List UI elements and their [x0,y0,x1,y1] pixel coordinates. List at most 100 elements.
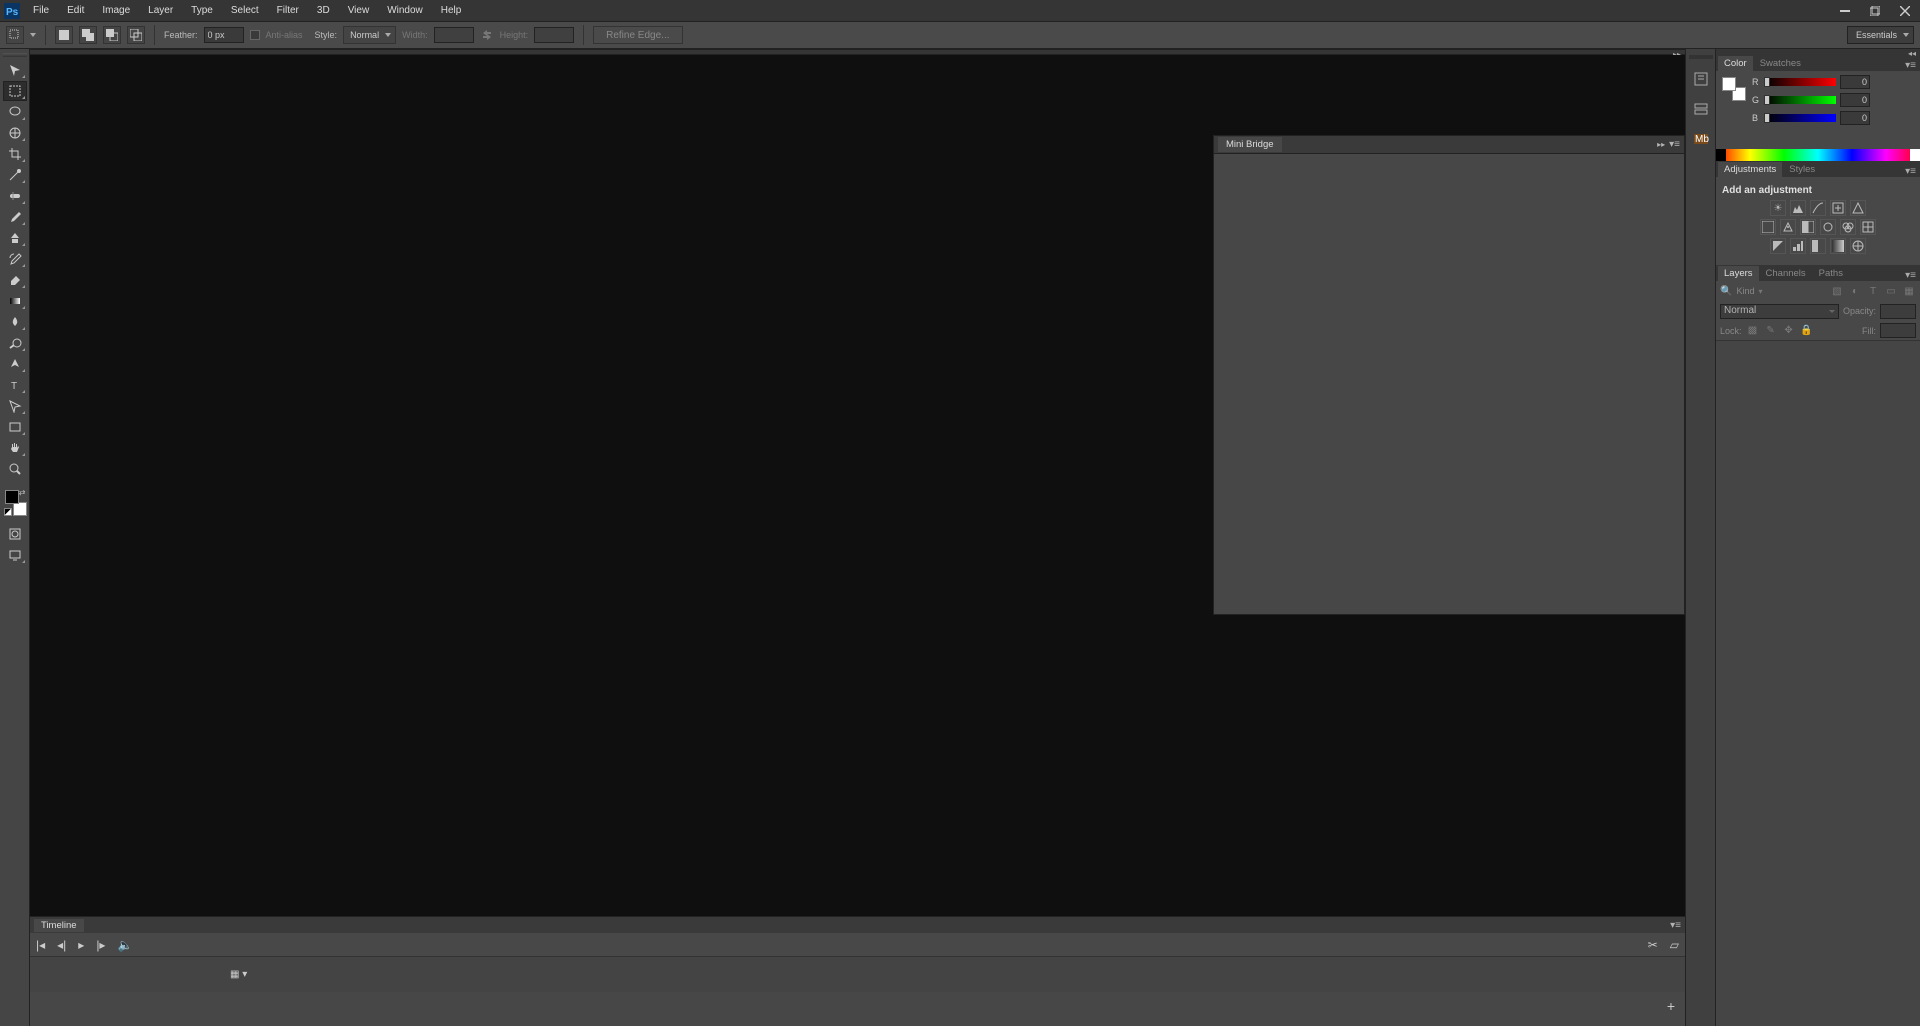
dodge-tool[interactable] [3,333,27,353]
quick-selection-tool[interactable] [3,123,27,143]
default-colors-icon[interactable] [4,508,12,516]
brush-tool[interactable] [3,207,27,227]
color-tab[interactable]: Color [1718,56,1753,71]
color-balance-icon[interactable] [1780,219,1796,235]
properties-dock-icon[interactable] [1691,99,1711,119]
curves-icon[interactable] [1810,200,1826,216]
filter-pixel-icon[interactable]: ▧ [1830,284,1844,298]
gradient-map-icon[interactable] [1830,238,1846,254]
timeline-tab[interactable]: Timeline [34,919,84,932]
panel-collapse-bar[interactable]: ◂◂ [1716,49,1920,55]
pen-tool[interactable] [3,354,27,374]
minimize-button[interactable] [1830,1,1860,21]
panel-menu-icon[interactable]: ▾≡ [1901,166,1920,177]
marquee-tool[interactable] [3,81,27,101]
lock-position-icon[interactable]: ✥ [1782,324,1796,338]
opacity-input[interactable] [1880,304,1916,319]
filter-smart-icon[interactable]: ▦ [1902,284,1916,298]
r-slider[interactable] [1766,78,1836,86]
frame-view-icon[interactable]: ▦ ▾ [230,969,247,980]
selection-subtract-button[interactable] [103,26,121,44]
tool-preset-arrow[interactable] [30,33,36,37]
panel-menu-icon[interactable]: ▾≡ [1901,60,1920,71]
g-value[interactable]: 0 [1840,93,1870,107]
hue-sat-icon[interactable] [1760,219,1776,235]
filter-type-icon[interactable]: T [1866,284,1880,298]
r-value[interactable]: 0 [1840,75,1870,89]
prev-frame-button[interactable]: ◂| [57,938,66,952]
photo-filter-icon[interactable] [1820,219,1836,235]
antialias-checkbox[interactable] [250,30,260,40]
menu-help[interactable]: Help [432,1,471,20]
lock-transparent-icon[interactable]: ▩ [1746,324,1760,338]
paths-tab[interactable]: Paths [1813,266,1849,281]
menu-window[interactable]: Window [378,1,432,20]
next-frame-button[interactable]: |▸ [96,938,105,952]
add-media-button[interactable]: + [1667,998,1675,1014]
bw-icon[interactable] [1800,219,1816,235]
foreground-color[interactable] [5,490,19,504]
feather-input[interactable] [204,27,244,43]
background-color[interactable] [13,502,27,516]
brightness-icon[interactable]: ☀ [1770,200,1786,216]
lock-image-icon[interactable]: ✎ [1764,324,1778,338]
blur-tool[interactable] [3,312,27,332]
b-value[interactable]: 0 [1840,111,1870,125]
channel-mixer-icon[interactable] [1840,219,1856,235]
minibridge-dock-icon[interactable]: Mb [1691,129,1711,149]
swap-wh-icon[interactable] [480,28,494,42]
lasso-tool[interactable] [3,102,27,122]
spectrum-ramp[interactable] [1716,149,1920,161]
kind-dropdown-icon[interactable]: ▾ [1758,287,1762,296]
selection-add-button[interactable] [79,26,97,44]
quick-mask-tool[interactable] [3,524,27,544]
menu-select[interactable]: Select [222,1,268,20]
fg-swatch[interactable] [1722,77,1736,91]
mini-bridge-tab[interactable]: Mini Bridge [1218,137,1282,152]
mini-bridge-header[interactable]: Mini Bridge ▸▸ ▾≡ [1214,136,1684,154]
first-frame-button[interactable]: |◂ [36,938,45,952]
collapse-icon[interactable]: ◂◂ [1908,49,1916,58]
type-tool[interactable]: T [3,375,27,395]
audio-button[interactable]: 🔈 [117,938,132,952]
lock-all-icon[interactable]: 🔒 [1800,324,1814,338]
filter-shape-icon[interactable]: ▭ [1884,284,1898,298]
filter-adjust-icon[interactable]: ◐ [1848,284,1862,298]
threshold-icon[interactable] [1810,238,1826,254]
exposure-icon[interactable] [1830,200,1846,216]
blend-mode-select[interactable]: Normal [1720,304,1839,319]
invert-icon[interactable] [1770,238,1786,254]
menu-3d[interactable]: 3D [308,1,339,20]
menu-filter[interactable]: Filter [268,1,308,20]
rectangle-tool[interactable] [3,417,27,437]
maximize-button[interactable] [1860,1,1890,21]
adjustments-tab[interactable]: Adjustments [1718,162,1782,177]
split-button[interactable]: ✂ [1648,938,1658,952]
layers-list[interactable] [1716,341,1920,1026]
gradient-tool[interactable] [3,291,27,311]
screen-mode-tool[interactable] [3,545,27,565]
tool-preset-picker[interactable] [6,26,24,44]
timeline-body[interactable]: + [30,992,1685,1026]
timeline-header[interactable]: Timeline ▾≡ [30,917,1685,933]
swatches-tab[interactable]: Swatches [1754,56,1807,71]
hand-tool[interactable] [3,438,27,458]
crop-tool[interactable] [3,144,27,164]
color-swatch-mini[interactable] [1722,77,1746,101]
swap-colors-icon[interactable]: ⇄ [19,488,26,497]
selection-intersect-button[interactable] [127,26,145,44]
history-brush-tool[interactable] [3,249,27,269]
levels-icon[interactable] [1790,200,1806,216]
workspace-picker[interactable]: Essentials [1847,26,1914,44]
close-button[interactable] [1890,1,1920,21]
color-swatches[interactable]: ⇄ [3,488,27,516]
panel-menu-icon[interactable]: ▾≡ [1670,920,1681,931]
menu-image[interactable]: Image [93,1,139,20]
grip-icon[interactable] [3,53,27,57]
healing-brush-tool[interactable] [3,186,27,206]
play-button[interactable]: ▸ [78,938,84,952]
menu-layer[interactable]: Layer [139,1,182,20]
styles-tab[interactable]: Styles [1783,162,1821,177]
style-select[interactable]: Normal [343,26,396,44]
menu-edit[interactable]: Edit [58,1,93,20]
